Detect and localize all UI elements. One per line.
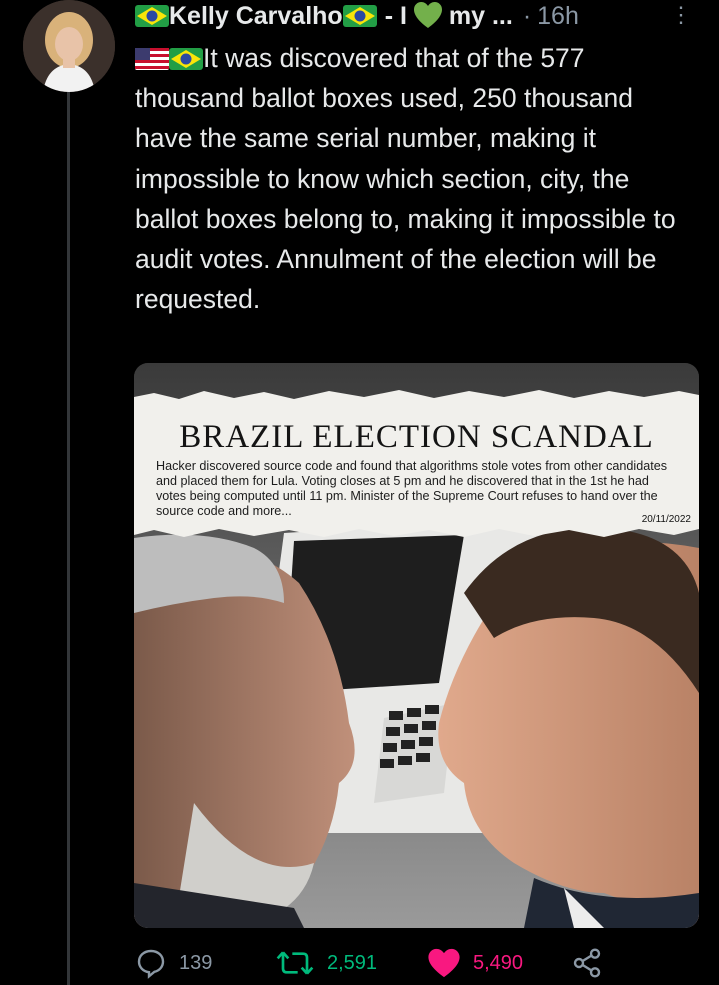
retweet-icon — [276, 951, 314, 975]
newspaper-clipping: BRAZIL ELECTION SCANDAL Hacker discovere… — [134, 379, 699, 537]
tweet-actions: 139 2,591 5,490 — [135, 945, 695, 981]
like-button[interactable]: 5,490 — [427, 945, 523, 981]
usa-flag-icon — [135, 48, 169, 70]
tweet-body: It was discovered that of the 577 thousa… — [135, 43, 676, 315]
like-count: 5,490 — [473, 951, 524, 974]
share-button[interactable] — [571, 945, 615, 981]
author-name[interactable]: Kelly Carvalho — [169, 2, 343, 31]
author-name-suffix[interactable]: - I — [385, 2, 407, 31]
more-options-icon[interactable]: ⋮ — [670, 2, 692, 28]
retweet-count: 2,591 — [327, 951, 378, 974]
image-blurb: Hacker discovered source code and found … — [156, 459, 668, 518]
avatar[interactable] — [23, 0, 115, 92]
heart-icon — [428, 948, 460, 978]
tweet-image[interactable]: BRAZIL ELECTION SCANDAL Hacker discovere… — [134, 363, 699, 928]
image-date: 20/11/2022 — [641, 514, 691, 525]
image-headline: BRAZIL ELECTION SCANDAL — [179, 419, 654, 455]
retweet-button[interactable]: 2,591 — [275, 945, 377, 981]
brazil-flag-icon — [135, 5, 169, 27]
reply-icon — [137, 949, 165, 979]
author-name-suffix-2[interactable]: my ... — [449, 2, 513, 31]
green-heart-icon — [413, 2, 442, 28]
brazil-flag-icon — [169, 48, 203, 70]
timestamp[interactable]: 16h — [537, 2, 579, 31]
thread-line — [67, 92, 70, 985]
tweet-text: It was discovered that of the 577 thousa… — [135, 38, 695, 319]
tweet-header: Kelly Carvalho - I my ... · 16h ⋮ — [135, 0, 710, 32]
share-icon — [573, 948, 601, 978]
reply-count: 139 — [179, 951, 213, 974]
brazil-flag-icon — [342, 5, 377, 27]
separator-dot: · — [522, 1, 532, 30]
reply-button[interactable]: 139 — [135, 945, 212, 981]
